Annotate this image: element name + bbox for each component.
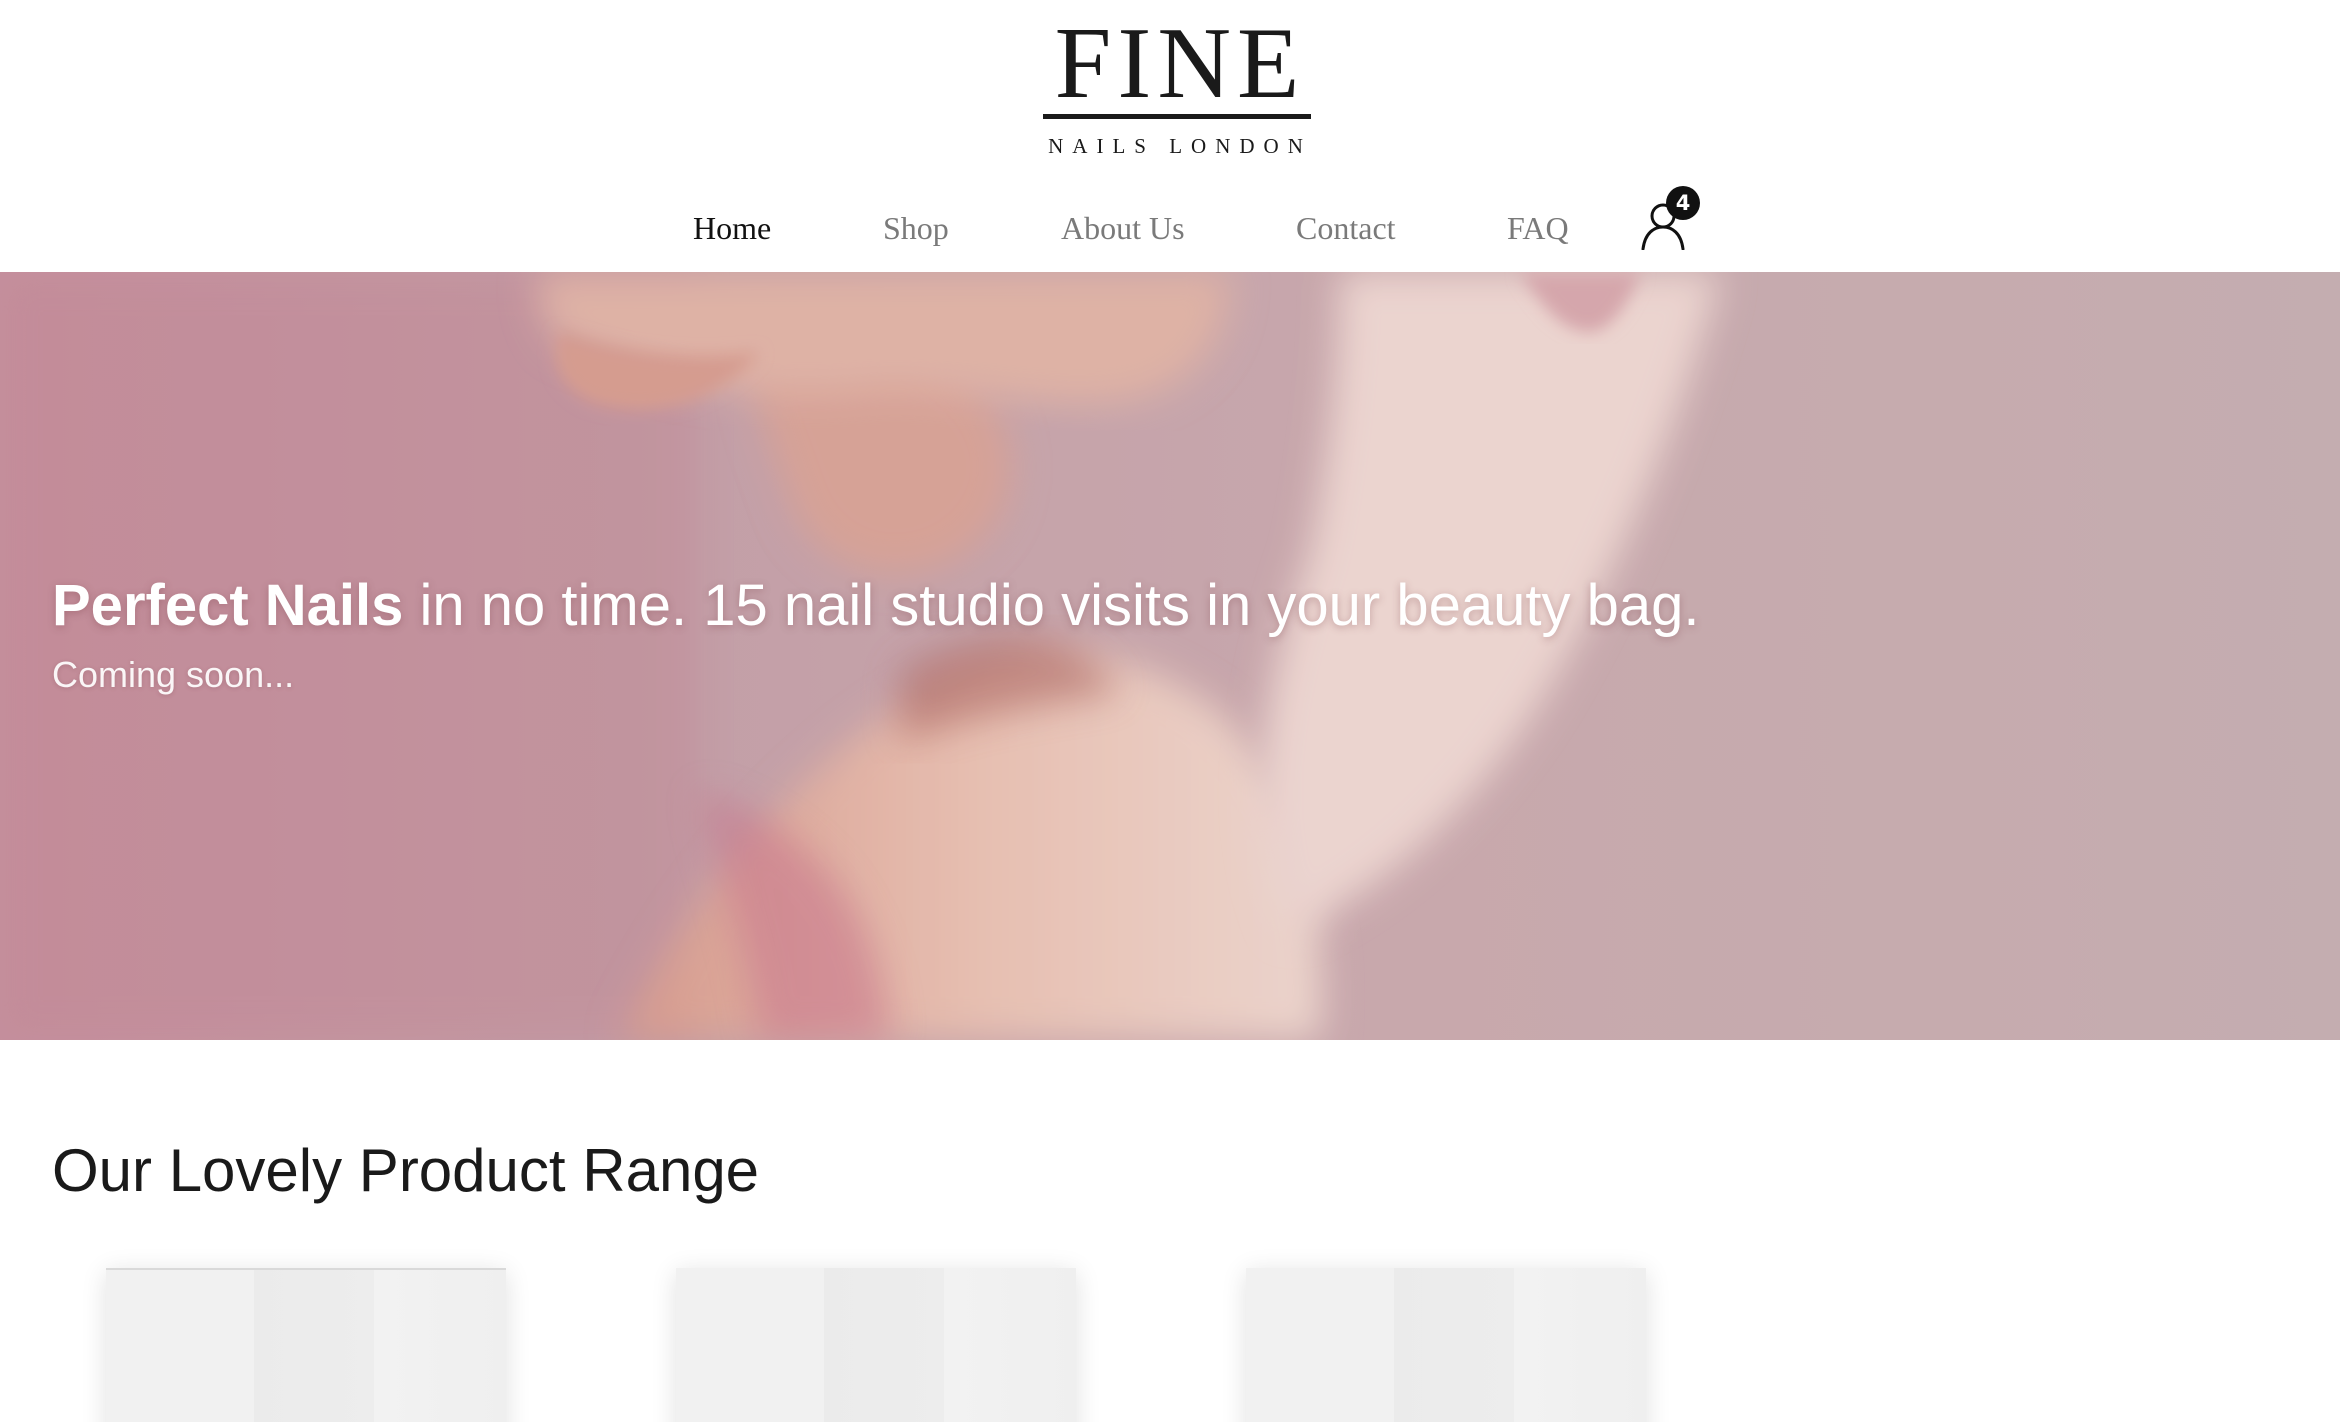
logo[interactable]: FINE NAILS LONDON	[1030, 7, 1330, 164]
logo-tagline: NAILS LONDON	[1048, 134, 1312, 158]
section-title: Our Lovely Product Range	[52, 1137, 760, 1204]
nav-shop[interactable]: Shop	[883, 210, 949, 247]
nav-contact[interactable]: Contact	[1296, 210, 1396, 247]
hero-subtext: Coming soon...	[52, 654, 295, 695]
logo-divider	[1043, 114, 1311, 119]
account-badge: 4	[1666, 186, 1700, 220]
nav-about-us[interactable]: About Us	[1061, 210, 1185, 247]
nav-home[interactable]: Home	[693, 210, 771, 247]
hero-headline-strong: Perfect Nails	[52, 573, 404, 638]
account-button[interactable]: 4	[1640, 186, 1704, 250]
product-card[interactable]	[1246, 1268, 1646, 1422]
hero-headline-rest: in no time. 15 nail studio visits in you…	[403, 573, 1700, 638]
hero-banner: Perfect Nails in no time. 15 nail studio…	[0, 272, 2340, 1040]
site-header: FINE NAILS LONDON Home Shop About Us Con…	[0, 0, 2340, 272]
hero-hand-image	[0, 272, 2340, 1040]
hero-headline: Perfect Nails in no time. 15 nail studio…	[52, 572, 1699, 639]
product-card[interactable]	[106, 1268, 506, 1422]
main-nav: Home Shop About Us Contact FAQ	[0, 200, 2340, 260]
product-card[interactable]	[676, 1268, 1076, 1422]
nav-faq[interactable]: FAQ	[1507, 210, 1569, 247]
logo-wordmark: FINE	[1054, 7, 1306, 120]
